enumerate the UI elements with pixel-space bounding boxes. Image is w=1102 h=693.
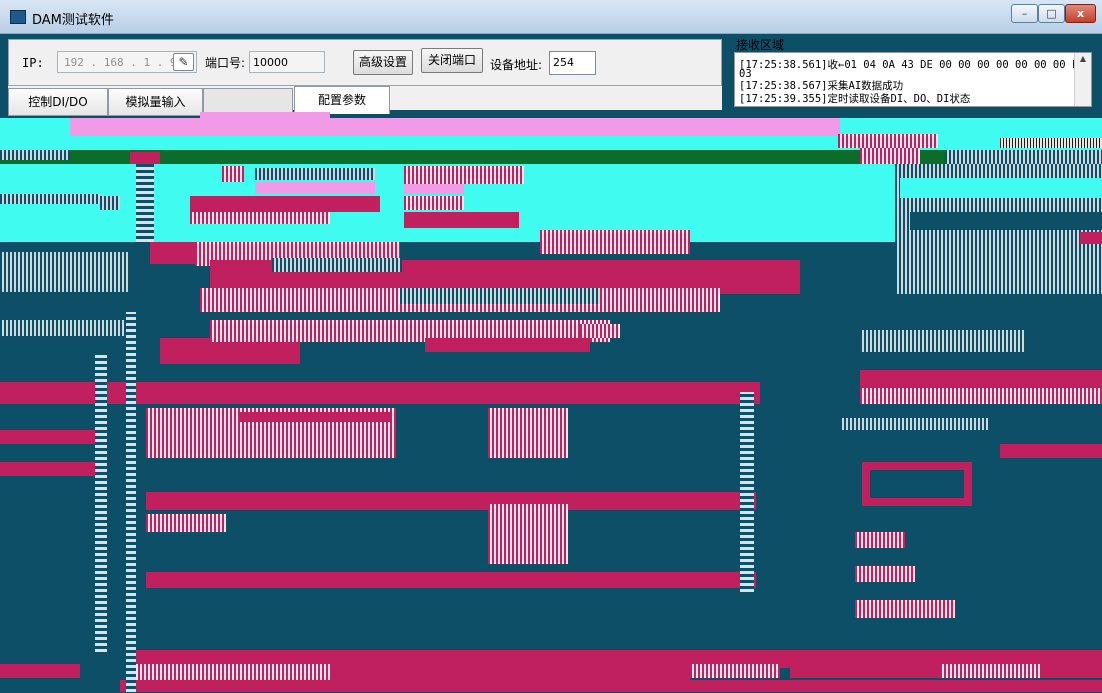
close-port-button[interactable]: 关闭端口	[421, 48, 483, 73]
title-bar	[0, 0, 1102, 34]
app-icon	[10, 10, 26, 24]
tab-config-params[interactable]: 配置参数	[294, 86, 390, 114]
ip-label: IP:	[22, 56, 44, 70]
port-field[interactable]: 10000	[249, 51, 325, 73]
device-address-label: 设备地址:	[490, 58, 543, 72]
log-line: [17:25:38.561]收←01 04 0A 43 DE 00 00 00 …	[739, 59, 1085, 71]
receive-area-title: 接收区域	[736, 38, 785, 52]
device-address-field[interactable]: 254	[549, 51, 596, 75]
advanced-settings-button[interactable]: 高级设置	[353, 50, 413, 75]
minimize-button[interactable]: –	[1011, 4, 1038, 23]
receive-scrollbar[interactable]: ▲	[1074, 53, 1091, 106]
pencil-icon[interactable]: ✎	[173, 53, 194, 71]
window-title: DAM测试软件	[32, 13, 114, 28]
maximize-button[interactable]: □	[1038, 4, 1065, 23]
log-line: [17:25:39.355]定时读取设备DI、DO、DI状态	[739, 93, 971, 105]
receive-log[interactable]: [17:25:38.561]收←01 04 0A 43 DE 00 00 00 …	[734, 52, 1092, 107]
close-button[interactable]: x	[1065, 4, 1096, 23]
corrupted-content-area	[0, 112, 1102, 693]
port-label: 端口号:	[205, 56, 246, 70]
scroll-up-icon[interactable]: ▲	[1080, 54, 1086, 63]
